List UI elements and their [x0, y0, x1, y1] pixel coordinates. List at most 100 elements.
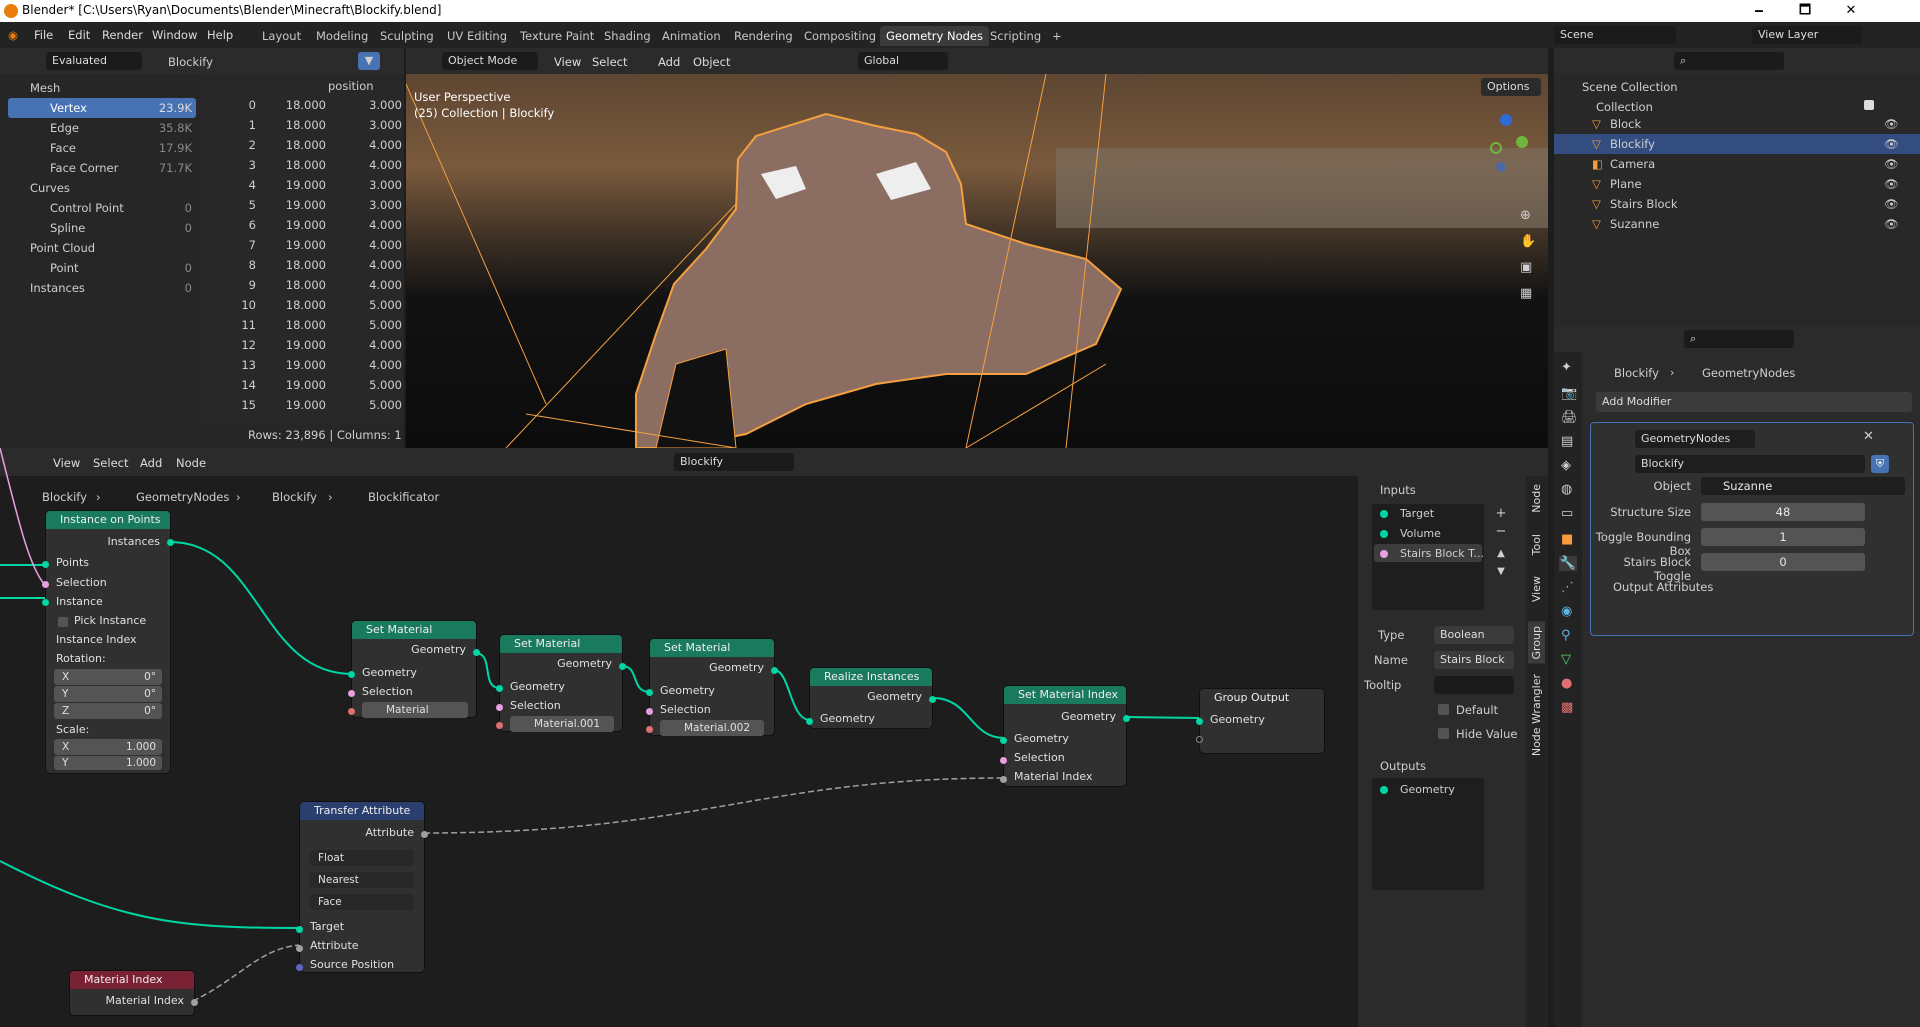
socket-selection-in[interactable]: [496, 704, 503, 711]
socket-instances-out[interactable]: [167, 539, 174, 546]
tree-item-mesh[interactable]: Mesh: [8, 78, 196, 98]
view-layer-tab-icon[interactable]: ▤: [1561, 434, 1573, 449]
menu-window[interactable]: Window: [152, 28, 197, 42]
tree-item-face-corner[interactable]: Face Corner 71.7K: [8, 158, 196, 178]
socket-instance-in[interactable]: [42, 599, 49, 606]
socket-geometry-in[interactable]: [1000, 737, 1007, 744]
tree-item-vertex[interactable]: Vertex 23.9K: [8, 98, 196, 118]
outliner-item-block[interactable]: ▽ Block 👁: [1554, 114, 1920, 134]
move-up-icon[interactable]: ▲: [1494, 548, 1508, 559]
transform-orientation-dropdown[interactable]: Global: [858, 52, 948, 70]
outliner-search-input[interactable]: ⌕: [1674, 52, 1784, 70]
object-field[interactable]: Suzanne: [1701, 477, 1905, 495]
socket-geometry-in[interactable]: [348, 671, 355, 678]
tool-tab-icon[interactable]: ✦: [1561, 360, 1572, 375]
node-header[interactable]: Group Output: [1200, 689, 1324, 707]
filter-icon[interactable]: ▼: [358, 52, 380, 70]
view-layer-selector[interactable]: View Layer: [1752, 26, 1862, 44]
socket-source-position-in[interactable]: [296, 964, 303, 971]
tab-geometry-nodes[interactable]: Geometry Nodes: [880, 26, 990, 46]
tree-item-edge[interactable]: Edge 35.8K: [8, 118, 196, 138]
node-editor[interactable]: View Select Add Node Blockify Blockify ›…: [0, 448, 1548, 1027]
tab-sculpting[interactable]: Sculpting: [374, 26, 440, 46]
socket-geometry-in[interactable]: [496, 685, 503, 692]
stairs-toggle-field[interactable]: 0: [1701, 553, 1865, 571]
output-tab-icon[interactable]: 🖨: [1561, 410, 1578, 425]
add-modifier-dropdown[interactable]: Add Modifier: [1596, 392, 1912, 412]
visibility-eye-icon[interactable]: 👁: [1884, 214, 1899, 234]
hide-value-checkbox[interactable]: [1438, 728, 1449, 739]
socket-material-index-out[interactable]: [191, 999, 198, 1006]
tab-animation[interactable]: Animation: [656, 26, 727, 46]
menu-file[interactable]: File: [34, 28, 53, 42]
zoom-icon[interactable]: ⊕: [1520, 208, 1531, 223]
type-dropdown[interactable]: Boolean: [1434, 626, 1514, 644]
vtab-node[interactable]: Node: [1530, 484, 1543, 513]
outliner-item-camera[interactable]: ◧ Camera 👁: [1554, 154, 1920, 174]
socket-material-in[interactable]: [348, 708, 355, 715]
tree-item-point[interactable]: Point 0: [8, 258, 196, 278]
scene-selector[interactable]: Scene: [1554, 26, 1676, 44]
input-item-stairs[interactable]: Stairs Block T...: [1400, 547, 1484, 560]
vp-menu-select[interactable]: Select: [592, 55, 627, 69]
toggle-bbox-field[interactable]: 1: [1701, 528, 1865, 546]
outliner-item-blockify[interactable]: ▽ Blockify 👁: [1554, 134, 1920, 154]
input-item-volume[interactable]: Volume: [1400, 527, 1441, 540]
socket-selection-in[interactable]: [348, 690, 355, 697]
socket-material-index-in[interactable]: [1000, 776, 1007, 783]
vtab-tool[interactable]: Tool: [1530, 534, 1543, 555]
output-item-geometry[interactable]: Geometry: [1400, 783, 1455, 796]
add-workspace-button[interactable]: +: [1046, 26, 1068, 46]
tab-shading[interactable]: Shading: [598, 26, 657, 46]
node-instance-on-points[interactable]: Instance on Points Instances Points Sele…: [42, 511, 174, 773]
rotation-z-field[interactable]: Z 0°: [54, 703, 162, 719]
scene-tab-icon[interactable]: ◈: [1561, 458, 1571, 473]
socket-geometry-out[interactable]: [771, 667, 778, 674]
output-attributes-subpanel[interactable]: Output Attributes: [1613, 580, 1713, 594]
visibility-eye-icon[interactable]: 👁: [1884, 114, 1899, 134]
vtab-group[interactable]: Group: [1528, 622, 1545, 664]
constraints-tab-icon[interactable]: ⚲: [1561, 628, 1571, 643]
socket-points-in[interactable]: [42, 561, 49, 568]
socket-attribute-in[interactable]: [296, 945, 303, 952]
tree-item-curves[interactable]: Curves: [8, 178, 196, 198]
socket-attribute-out[interactable]: [421, 831, 428, 838]
node-group-selector[interactable]: Blockify: [1635, 455, 1865, 473]
collection-checkbox[interactable]: [1864, 100, 1874, 110]
tooltip-field[interactable]: [1434, 676, 1514, 694]
gizmo-y-icon[interactable]: [1516, 136, 1528, 148]
tab-uv-editing[interactable]: UV Editing: [441, 26, 513, 46]
blender-menu-icon[interactable]: ◉: [8, 28, 18, 42]
gizmo-z-icon[interactable]: [1500, 114, 1512, 126]
tree-item-point-cloud[interactable]: Point Cloud: [8, 238, 196, 258]
node-header[interactable]: Transfer Attribute: [300, 802, 424, 820]
maximize-button[interactable]: 🗖: [1782, 0, 1828, 22]
tab-rendering[interactable]: Rendering: [728, 26, 799, 46]
node-set-material-2[interactable]: Set Material Geometry Geometry Selection…: [496, 635, 626, 732]
material-field[interactable]: Material: [362, 702, 468, 718]
material-field[interactable]: Material.001: [510, 716, 614, 732]
socket-geometry-in[interactable]: [1196, 718, 1203, 725]
mapping-dropdown[interactable]: Nearest: [310, 872, 414, 888]
tab-compositing[interactable]: Compositing: [798, 26, 882, 46]
socket-selection-in[interactable]: [1000, 757, 1007, 764]
remove-input-icon[interactable]: −: [1494, 524, 1508, 539]
viewport-options-button[interactable]: Options: [1481, 78, 1541, 96]
menu-help[interactable]: Help: [207, 28, 233, 42]
add-input-icon[interactable]: +: [1494, 506, 1508, 521]
tree-item-instances[interactable]: Instances 0: [8, 278, 196, 298]
domain-dropdown[interactable]: Face: [310, 894, 414, 910]
modifier-name-field[interactable]: GeometryNodes: [1635, 430, 1755, 448]
visibility-eye-icon[interactable]: 👁: [1884, 154, 1899, 174]
input-item-target[interactable]: Target: [1400, 507, 1434, 520]
vp-menu-object[interactable]: Object: [693, 55, 730, 69]
outliner-scene-collection[interactable]: Scene Collection: [1582, 80, 1678, 94]
texture-tab-icon[interactable]: ▩: [1561, 700, 1573, 715]
outliner-item-plane[interactable]: ▽ Plane 👁: [1554, 174, 1920, 194]
material-tab-icon[interactable]: ●: [1561, 676, 1572, 691]
socket-material-in[interactable]: [646, 726, 653, 733]
tree-item-control-point[interactable]: Control Point 0: [8, 198, 196, 218]
modifier-remove-icon[interactable]: ✕: [1863, 429, 1874, 444]
gizmo-neg-y-icon[interactable]: [1490, 142, 1502, 154]
socket-geometry-out[interactable]: [1123, 715, 1130, 722]
